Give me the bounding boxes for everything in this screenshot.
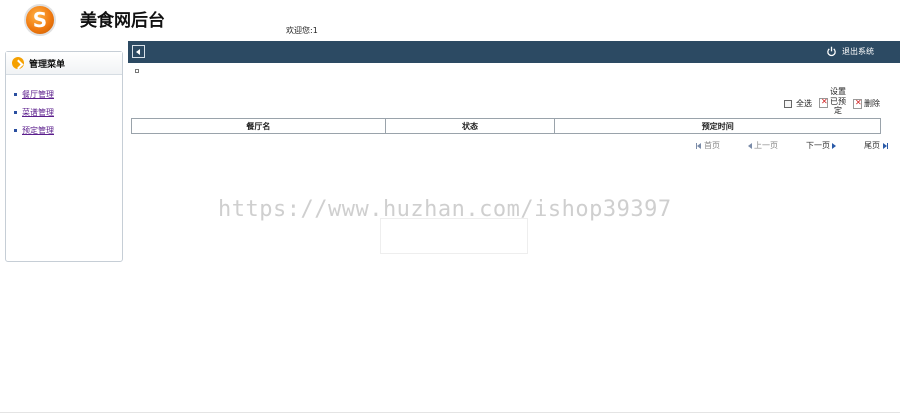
bullet-icon [14, 110, 17, 114]
bullet-icon [14, 92, 17, 96]
bullet-icon [14, 128, 17, 132]
prev-page-label: 上一页 [754, 141, 778, 150]
column-header-restaurant: 餐厅名 [131, 118, 386, 134]
last-page-label: 尾页 [864, 141, 880, 150]
first-page-link[interactable]: 首页 [696, 140, 720, 151]
last-page-icon [887, 142, 888, 149]
empty-placeholder [380, 218, 528, 254]
welcome-text: 欢迎您:1 [286, 26, 318, 35]
sidebar-item-restaurant: 餐厅管理 [14, 85, 122, 103]
sidebar-header: 管理菜单 [6, 52, 122, 75]
next-page-link[interactable]: 下一页 [806, 140, 836, 151]
logo-letter: S [32, 8, 48, 32]
top-bar: 退出系统 [128, 41, 900, 63]
column-header-status: 状态 [384, 118, 556, 134]
table-header-row: 餐厅名 状态 预定时间 [131, 118, 881, 134]
set-booked-label[interactable]: 设置已预定 [828, 87, 848, 116]
logout-label: 退出系统 [842, 47, 874, 56]
sidebar-item-booking: 预定管理 [14, 121, 122, 139]
collapse-sidebar-icon[interactable] [132, 45, 145, 58]
watermark: https://www.huzhan.com/ishop39397 [218, 197, 672, 222]
first-page-arrow [697, 142, 701, 149]
sidebar-title: 管理菜单 [29, 59, 66, 70]
logout-button[interactable]: 退出系统 [826, 46, 874, 57]
next-page-icon [832, 142, 836, 149]
sidebar-link-recipe[interactable]: 菜谱管理 [22, 107, 54, 118]
delete-doc-icon [819, 97, 828, 108]
select-all-checkbox[interactable] [784, 99, 792, 108]
sidebar: 管理菜单 餐厅管理 菜谱管理 预定管理 [5, 51, 123, 262]
sidebar-item-recipe: 菜谱管理 [14, 103, 122, 121]
delete-label: 删除 [864, 99, 880, 108]
booking-table: 餐厅名 状态 预定时间 [131, 118, 881, 134]
first-page-label: 首页 [704, 141, 720, 150]
power-icon [827, 46, 836, 57]
breadcrumb-icon [135, 69, 139, 73]
last-page-link[interactable]: 尾页 [864, 140, 888, 151]
sidebar-link-restaurant[interactable]: 餐厅管理 [22, 89, 54, 100]
delete-doc-icon [853, 98, 862, 109]
site-title: 美食网后台 [80, 11, 165, 31]
prev-page-link[interactable]: 上一页 [748, 140, 778, 151]
select-all-label: 全选 [796, 99, 812, 108]
header: S 美食网后台 欢迎您:1 [0, 0, 900, 40]
bulk-actions: 全选 设置已预定 删除 [782, 87, 892, 118]
bottom-divider [0, 412, 900, 413]
arrow-right-icon [12, 57, 24, 69]
column-header-booking-time: 预定时间 [554, 118, 881, 134]
select-all-control[interactable]: 全选 [784, 98, 812, 109]
pagination: 首页 上一页 下一页 尾页 [694, 140, 894, 150]
delete-button[interactable]: 删除 [853, 98, 880, 109]
sidebar-menu: 餐厅管理 菜谱管理 预定管理 [6, 75, 122, 139]
sidebar-link-booking[interactable]: 预定管理 [22, 125, 54, 136]
prev-page-icon [748, 142, 752, 149]
next-page-label: 下一页 [806, 141, 830, 150]
logo: S [24, 4, 56, 36]
